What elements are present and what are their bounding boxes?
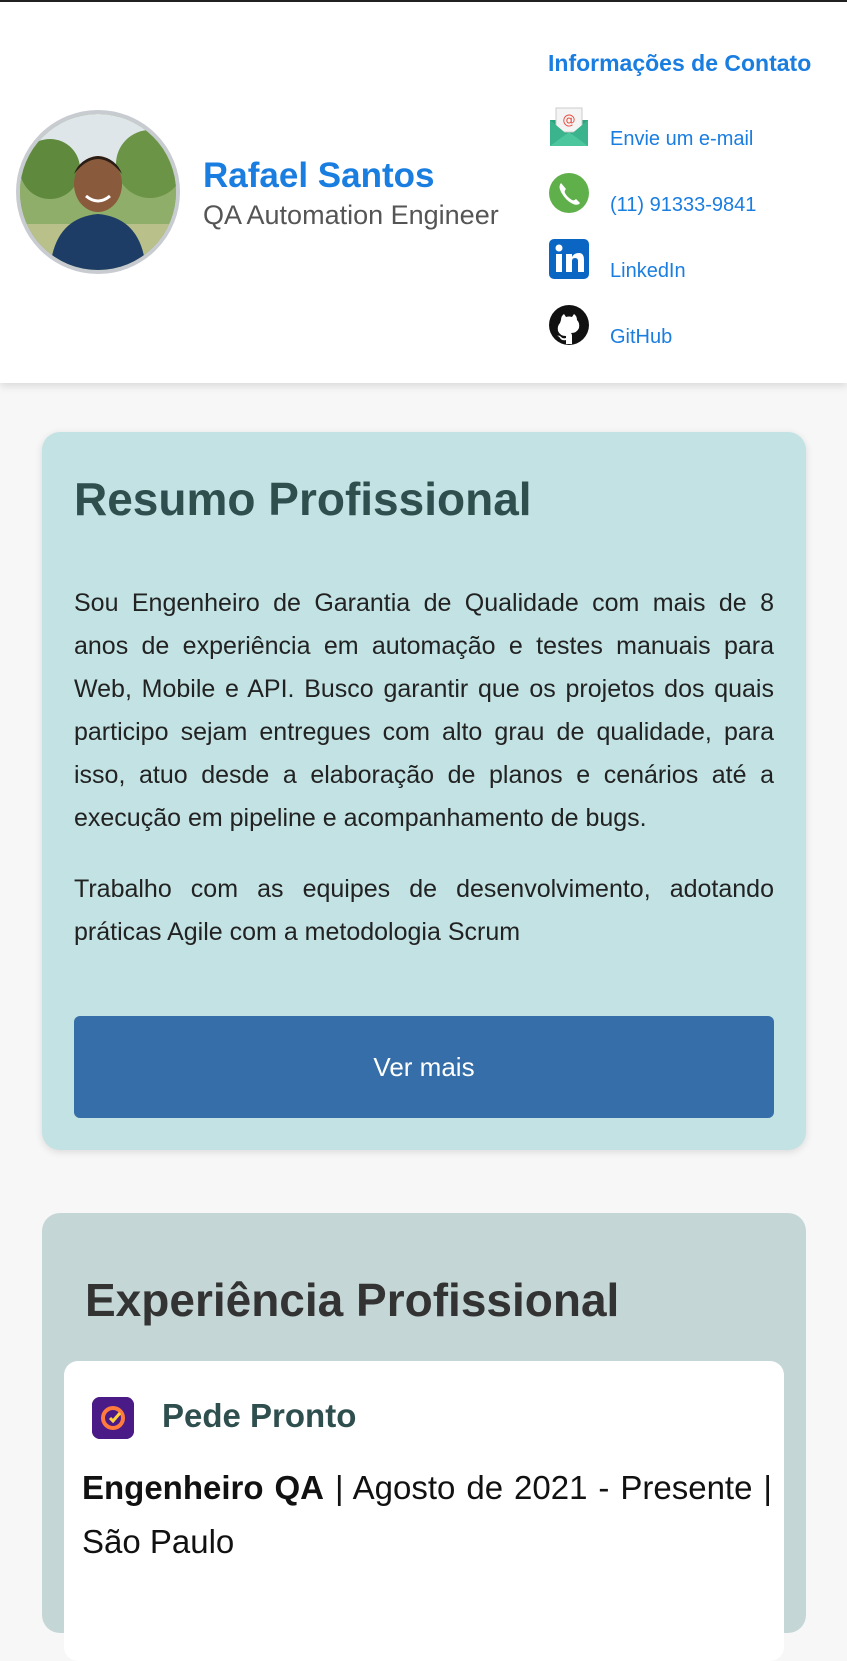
contact-github-label: GitHub <box>610 326 673 348</box>
ver-mais-button[interactable]: Ver mais <box>74 1016 774 1118</box>
contact-email-link[interactable]: @ Envie um e-mail <box>548 106 838 152</box>
contact-linkedin-label: LinkedIn <box>610 260 686 282</box>
avatar <box>16 110 180 274</box>
phone-icon <box>548 172 590 214</box>
job-position: Engenheiro QA <box>82 1469 324 1506</box>
contact-email-label: Envie um e-mail <box>610 128 754 150</box>
profile-role: QA Automation Engineer <box>203 200 499 230</box>
resumo-paragraph: Sou Engenheiro de Garantia de Qualidade … <box>74 589 774 832</box>
resumo-title: Resumo Profissional <box>74 473 532 525</box>
contact-github-link[interactable]: GitHub <box>548 304 838 350</box>
resumo-text: Sou Engenheiro de Garantia de Qualidade … <box>74 582 774 997</box>
experiencia-title: Experiência Profissional <box>85 1274 620 1326</box>
resumo-card: Resumo Profissional Sou Engenheiro de Ga… <box>42 432 806 1150</box>
job-company: Pede Pronto <box>162 1397 357 1434</box>
contact-phone-link[interactable]: (11) 91333-9841 <box>548 172 838 218</box>
company-logo-icon <box>92 1397 134 1439</box>
resumo-paragraph: Trabalho com as equipes de desenvolvimen… <box>74 875 774 946</box>
contact-title: Informações de Contato <box>548 50 812 76</box>
experiencia-card: Experiência Profissional Pede Pronto Eng… <box>42 1213 806 1661</box>
profile-header: Rafael Santos QA Automation Engineer Inf… <box>0 2 847 383</box>
job-description: Engenheiro QA | Agosto de 2021 - Present… <box>82 1461 772 1569</box>
svg-text:@: @ <box>563 113 576 128</box>
job-card: Pede Pronto Engenheiro QA | Agosto de 20… <box>64 1361 784 1661</box>
contact-linkedin-link[interactable]: LinkedIn <box>548 238 838 284</box>
profile-name: Rafael Santos <box>203 156 435 195</box>
contact-phone-label: (11) 91333-9841 <box>610 194 757 216</box>
github-icon <box>548 304 590 346</box>
email-icon: @ <box>548 106 590 148</box>
linkedin-icon <box>548 238 590 280</box>
